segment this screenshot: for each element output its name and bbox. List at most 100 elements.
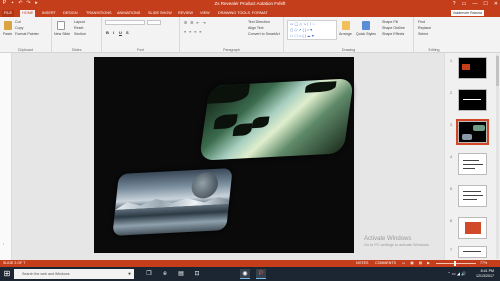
slide-thumbnail[interactable]: 2 [450, 89, 487, 111]
thumbnail-scrollbar[interactable] [496, 54, 499, 259]
editing-label: Editing [428, 48, 440, 52]
tab-format[interactable]: FORMAT [250, 10, 270, 17]
reset-button[interactable]: Reset [74, 26, 83, 30]
drawing-group: ▭ ◯ △ ↘ ⟨ ⟩ ☆ ▢ ⬠ ↗ { } ⌂ ♥ ⬭ ▱ ⇨ ( ) ☁ … [284, 17, 414, 53]
chrome-icon[interactable]: ◉ [240, 269, 250, 279]
slides-label: Slides [71, 48, 82, 52]
shape-fill-button[interactable]: Shape Fill [382, 20, 398, 24]
tab-slide-show[interactable]: SLIDE SHOW [146, 10, 174, 17]
alignment-icon[interactable]: ≡ ≡ ≡ ≡ [184, 30, 202, 34]
store-icon[interactable]: ⊡ [192, 269, 202, 279]
find-button[interactable]: Find [418, 20, 425, 24]
taskbar-search-box[interactable]: Search the web and Windows ● [14, 269, 134, 279]
quick-styles-button[interactable]: Quick Styles [356, 32, 376, 36]
expand-icon[interactable]: ‹ [3, 241, 4, 246]
shadow-button[interactable]: S [126, 30, 129, 35]
account-name[interactable]: Valdemofe Ralonia [450, 10, 484, 16]
new-slide-icon[interactable] [57, 21, 65, 30]
text-direction-button[interactable]: Text Direction [248, 20, 270, 24]
planet-shape [190, 171, 220, 200]
tab-file[interactable]: FILE [2, 10, 15, 17]
microphone-icon[interactable]: ● [128, 271, 131, 277]
font-group: B I U S Font [102, 17, 180, 53]
arrange-icon[interactable] [342, 21, 350, 30]
zoom-level[interactable]: 77% [480, 261, 487, 266]
planet-landscape-photo[interactable] [112, 168, 233, 236]
slide-thumbnail[interactable]: 1 [450, 57, 487, 79]
slide-thumbnail-active[interactable]: 3 [450, 119, 489, 145]
paste-icon[interactable] [4, 21, 12, 30]
tab-insert[interactable]: INSERT [40, 10, 58, 17]
quick-styles-icon[interactable] [362, 21, 370, 30]
help-button[interactable]: ? [453, 1, 456, 7]
mountain-range [115, 194, 230, 210]
paragraph-group: Text Direction Align Text Convert to Sma… [180, 17, 284, 53]
slide[interactable] [94, 57, 354, 253]
slide-thumbnail[interactable]: 7 [450, 246, 487, 258]
copy-button[interactable]: Copy [15, 26, 23, 30]
tab-transitions[interactable]: TRANSITIONS [84, 10, 114, 17]
maximize-button[interactable]: ☐ [483, 1, 487, 7]
layout-button[interactable]: Layout [74, 20, 85, 24]
clipboard-group: Paste Cut Copy Format Painter Clipboard [0, 17, 52, 53]
tab-design[interactable]: DESIGN [61, 10, 80, 17]
replace-button[interactable]: Replace [418, 26, 431, 30]
search-placeholder: Search the web and Windows [22, 272, 70, 276]
slide-counter: SLIDE 3 OF 7 [3, 261, 26, 265]
file-explorer-icon[interactable]: ▤ [176, 269, 186, 279]
zoom-slider[interactable] [436, 263, 476, 264]
window-controls: ? ▭ — ☐ ✕ [453, 1, 498, 7]
view-buttons[interactable]: ▭ ▦ ▤ ▶ [402, 261, 432, 266]
format-painter-button[interactable]: Format Painter [15, 32, 39, 36]
shape-effects-button[interactable]: Shape Effects [382, 32, 404, 36]
shapes-gallery[interactable]: ▭ ◯ △ ↘ ⟨ ⟩ ☆ ▢ ⬠ ↗ { } ⌂ ♥ ⬭ ▱ ⇨ ( ) ☁ … [287, 20, 337, 40]
tab-animations[interactable]: ANIMATIONS [115, 10, 142, 17]
arrange-button[interactable]: Arrange [339, 32, 352, 36]
lake-photo[interactable] [199, 78, 354, 161]
shape-icon[interactable]: ▢ ⬠ ↗ { } ⌂ ♥ [290, 28, 312, 32]
activate-windows-watermark: Activate Windows Go to PC settings to ac… [364, 236, 430, 247]
tray-icons[interactable]: ⌃ ▭ ◢ 🔊 [447, 271, 466, 276]
windows-start-icon[interactable]: ⊞ [2, 269, 12, 279]
italic-button[interactable]: I [113, 30, 114, 35]
powerpoint-icon[interactable]: P [256, 269, 266, 279]
shape-outline-button[interactable]: Shape Outline [382, 26, 405, 30]
cut-button[interactable]: Cut [15, 20, 21, 24]
underline-button[interactable]: U [119, 30, 122, 35]
close-button[interactable]: ✕ [494, 1, 498, 7]
bullets-icon[interactable]: ☰ ☰ ⇤ ⇥ [184, 21, 206, 25]
ribbon-display-button[interactable]: ▭ [462, 1, 467, 7]
notes-button[interactable]: NOTES [356, 261, 368, 266]
paragraph-label: Paragraph [223, 48, 240, 52]
minimize-button[interactable]: — [472, 1, 477, 7]
slide-thumbnail[interactable]: 5 [450, 185, 487, 207]
slide-thumbnail[interactable]: 4 [450, 153, 487, 175]
new-slide-button[interactable]: New Slide [54, 32, 70, 36]
status-bar: SLIDE 3 OF 7 NOTES COMMENTS ▭ ▦ ▤ ▶ 77% [0, 260, 500, 267]
convert-smartart-button[interactable]: Convert to SmartArt [248, 32, 280, 36]
scrollbar-thumb[interactable] [496, 56, 499, 86]
clock[interactable]: 8:41 PM 12/13/2017 [476, 269, 494, 279]
leaf-shape [207, 83, 251, 104]
shape-icon[interactable]: ▭ ◯ △ ↘ ⟨ ⟩ ☆ [290, 22, 315, 26]
ribbon-tabs: FILE HOME INSERT DESIGN TRANSITIONS ANIM… [0, 9, 500, 17]
title-bar: P ▪ ↶ ↷ ▸ Zs Revealer Product Aotation F… [0, 0, 500, 9]
align-text-button[interactable]: Align Text [248, 26, 264, 30]
section-button[interactable]: Section [74, 32, 86, 36]
tab-home[interactable]: HOME [20, 10, 36, 17]
bold-button[interactable]: B [106, 30, 109, 35]
select-button[interactable]: Select [418, 32, 428, 36]
clock-date: 12/13/2017 [476, 274, 494, 278]
tab-view[interactable]: VIEW [198, 10, 212, 17]
tab-review[interactable]: REVIEW [176, 10, 195, 17]
task-view-icon[interactable]: ❐ [144, 269, 154, 279]
zoom-slider-thumb[interactable] [454, 261, 456, 266]
paste-button[interactable]: Paste [3, 32, 12, 36]
slide-thumbnail[interactable]: 6 [450, 217, 487, 239]
font-name-field[interactable] [105, 20, 145, 25]
tab-drawing-tools[interactable]: DRAWING TOOLS [216, 10, 252, 17]
comments-button[interactable]: COMMENTS [375, 261, 396, 266]
shape-icon[interactable]: ⬭ ▱ ⇨ ( ) ☁ ✦ [290, 34, 314, 38]
edge-icon[interactable]: e [160, 269, 170, 279]
font-size-field[interactable] [147, 20, 161, 25]
